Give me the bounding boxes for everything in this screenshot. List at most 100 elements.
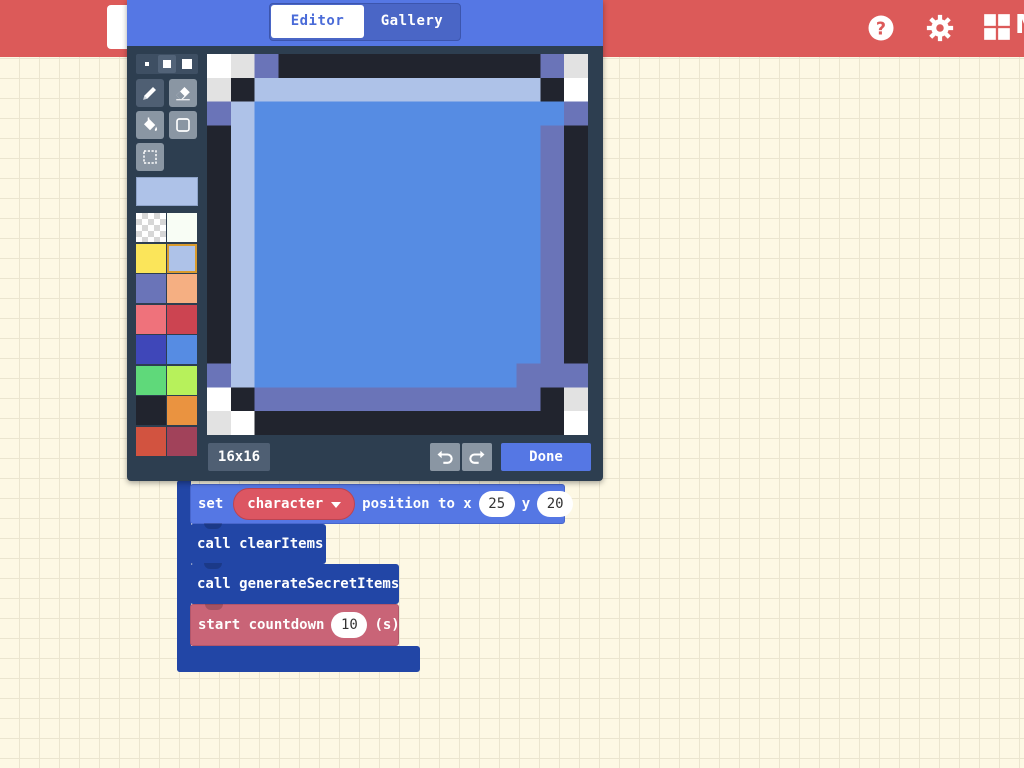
sprite-pixel[interactable] bbox=[564, 54, 588, 78]
sprite-pixel[interactable] bbox=[516, 125, 541, 150]
sprite-pixel[interactable] bbox=[373, 244, 398, 269]
sprite-pixel[interactable] bbox=[421, 244, 446, 269]
sprite-pixel[interactable] bbox=[278, 268, 303, 293]
sprite-pixel[interactable] bbox=[564, 125, 588, 150]
sprite-pixel[interactable] bbox=[254, 363, 279, 388]
sprite-pixel[interactable] bbox=[207, 196, 231, 221]
sprite-pixel[interactable] bbox=[207, 244, 231, 269]
sprite-pixel[interactable] bbox=[349, 54, 374, 78]
sprite-pixel[interactable] bbox=[302, 363, 327, 388]
sprite-pixel[interactable] bbox=[278, 101, 303, 126]
sprite-pixel[interactable] bbox=[349, 363, 374, 388]
sprite-pixel[interactable] bbox=[540, 268, 565, 293]
sprite-pixel[interactable] bbox=[468, 244, 493, 269]
sprite-pixel[interactable] bbox=[445, 268, 469, 293]
sprite-pixel[interactable] bbox=[326, 54, 350, 78]
sprite-pixel[interactable] bbox=[397, 387, 422, 412]
palette-swatch[interactable] bbox=[167, 335, 197, 364]
sprite-pixel[interactable] bbox=[278, 339, 303, 364]
sprite-pixel[interactable] bbox=[230, 77, 255, 102]
sprite-pixel[interactable] bbox=[492, 173, 517, 197]
pencil-tool-button[interactable] bbox=[136, 79, 164, 107]
sprite-pixel[interactable] bbox=[326, 196, 350, 221]
sprite-pixel[interactable] bbox=[230, 411, 255, 435]
sprite-pixel[interactable] bbox=[468, 101, 493, 126]
sprite-pixel[interactable] bbox=[445, 196, 469, 221]
sprite-pixel[interactable] bbox=[516, 387, 541, 412]
sprite-pixel[interactable] bbox=[421, 196, 446, 221]
sprite-pixel[interactable] bbox=[254, 220, 279, 245]
sprite-pixel[interactable] bbox=[230, 101, 255, 126]
sprite-pixel[interactable] bbox=[349, 149, 374, 174]
sprite-pixel[interactable] bbox=[397, 339, 422, 364]
sprite-pixel[interactable] bbox=[564, 268, 588, 293]
sprite-pixel[interactable] bbox=[373, 77, 398, 102]
sprite-pixel[interactable] bbox=[445, 220, 469, 245]
marquee-tool-button[interactable] bbox=[136, 143, 164, 171]
sprite-pixel[interactable] bbox=[421, 339, 446, 364]
sprite-pixel[interactable] bbox=[421, 363, 446, 388]
sprite-pixel[interactable] bbox=[302, 339, 327, 364]
sprite-pixel[interactable] bbox=[207, 220, 231, 245]
sprite-pixel[interactable] bbox=[564, 411, 588, 435]
sprite-pixel[interactable] bbox=[445, 363, 469, 388]
redo-button[interactable] bbox=[462, 443, 492, 471]
palette-swatch[interactable] bbox=[167, 213, 197, 242]
sprite-pixel[interactable] bbox=[492, 220, 517, 245]
brush-size-medium-button[interactable] bbox=[158, 55, 176, 73]
palette-swatch[interactable] bbox=[167, 304, 197, 334]
sprite-pixel[interactable] bbox=[421, 173, 446, 197]
sprite-pixel[interactable] bbox=[254, 196, 279, 221]
sprite-pixel[interactable] bbox=[492, 77, 517, 102]
sprite-pixel[interactable] bbox=[302, 268, 327, 293]
sprite-pixel[interactable] bbox=[207, 292, 231, 316]
sprite-pixel[interactable] bbox=[254, 173, 279, 197]
sprite-pixel[interactable] bbox=[397, 268, 422, 293]
call-generate-secret-items-block[interactable]: call generateSecretItems bbox=[190, 563, 399, 604]
sprite-pixel[interactable] bbox=[492, 292, 517, 316]
sprite-pixel[interactable] bbox=[540, 77, 565, 102]
palette-swatch[interactable] bbox=[136, 243, 166, 273]
sprite-pixel[interactable] bbox=[492, 268, 517, 293]
sprite-pixel[interactable] bbox=[516, 196, 541, 221]
sprite-pixel[interactable] bbox=[492, 244, 517, 269]
sprite-pixel[interactable] bbox=[326, 125, 350, 150]
sprite-pixel[interactable] bbox=[492, 149, 517, 174]
sprite-pixel[interactable] bbox=[397, 196, 422, 221]
sprite-pixel[interactable] bbox=[564, 196, 588, 221]
sprite-pixel[interactable] bbox=[373, 363, 398, 388]
sprite-pixel[interactable] bbox=[278, 125, 303, 150]
sprite-pixel[interactable] bbox=[421, 268, 446, 293]
sprite-pixel[interactable] bbox=[373, 220, 398, 245]
sprite-pixel[interactable] bbox=[492, 315, 517, 340]
x-value-input[interactable]: 25 bbox=[478, 491, 515, 517]
palette-swatch[interactable] bbox=[136, 274, 166, 303]
sprite-pixel[interactable] bbox=[540, 339, 565, 364]
sprite-pixel[interactable] bbox=[278, 387, 303, 412]
sprite-pixel[interactable] bbox=[230, 196, 255, 221]
sprite-pixel[interactable] bbox=[373, 339, 398, 364]
sprite-pixel[interactable] bbox=[278, 173, 303, 197]
sprite-pixel[interactable] bbox=[397, 292, 422, 316]
sprite-pixel[interactable] bbox=[349, 292, 374, 316]
sprite-pixel[interactable] bbox=[326, 363, 350, 388]
gear-icon[interactable] bbox=[925, 13, 955, 43]
sprite-pixel[interactable] bbox=[349, 268, 374, 293]
sprite-pixel[interactable] bbox=[540, 125, 565, 150]
sprite-pixel[interactable] bbox=[326, 268, 350, 293]
sprite-pixel[interactable] bbox=[349, 77, 374, 102]
sprite-pixel[interactable] bbox=[468, 387, 493, 412]
sprite-pixel[interactable] bbox=[230, 149, 255, 174]
sprite-pixel[interactable] bbox=[230, 387, 255, 412]
sprite-pixel[interactable] bbox=[302, 292, 327, 316]
sprite-pixel[interactable] bbox=[397, 101, 422, 126]
sprite-pixel[interactable] bbox=[516, 149, 541, 174]
tab-editor[interactable]: Editor bbox=[271, 5, 364, 38]
sprite-pixel[interactable] bbox=[516, 77, 541, 102]
sprite-pixel[interactable] bbox=[207, 125, 231, 150]
sprite-pixel[interactable] bbox=[326, 292, 350, 316]
sprite-pixel[interactable] bbox=[373, 268, 398, 293]
sprite-pixel[interactable] bbox=[254, 315, 279, 340]
sprite-pixel[interactable] bbox=[564, 244, 588, 269]
palette-swatch[interactable] bbox=[167, 274, 197, 303]
